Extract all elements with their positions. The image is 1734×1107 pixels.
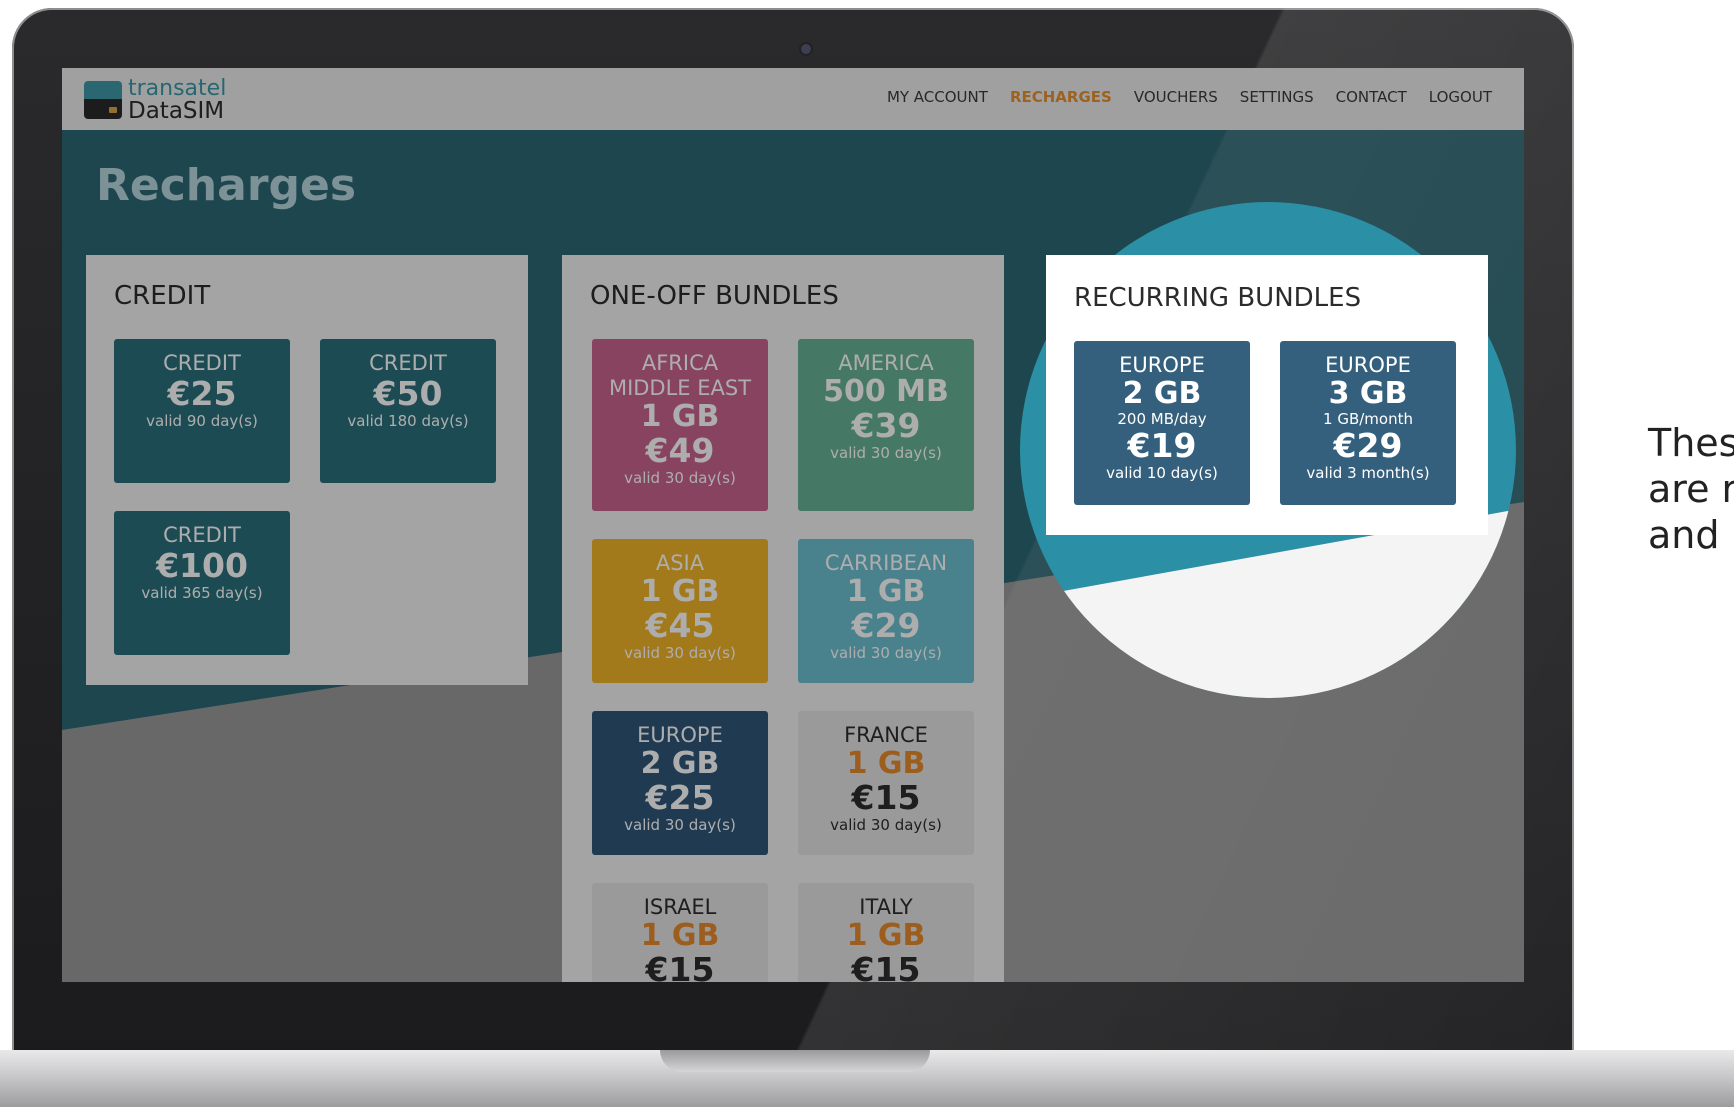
tile-size: 1 GB: [640, 574, 720, 609]
recurring-panel: RECURRING BUNDLES EUROPE 2 GB 200 MB/day…: [1046, 255, 1488, 535]
nav-contact[interactable]: CONTACT: [1336, 88, 1407, 106]
tile-size: 2 GB: [640, 746, 720, 781]
bundle-tile[interactable]: ITALY 1 GB €15: [798, 883, 974, 982]
logo-brand: transatel: [128, 76, 227, 101]
tile-price: €100: [156, 546, 248, 585]
bundle-tile[interactable]: ASIA 1 GB €45 valid 30 day(s): [592, 539, 768, 683]
tile-size: 1 GB: [846, 918, 926, 953]
tile-name: ITALY: [859, 895, 913, 919]
nav-vouchers[interactable]: VOUCHERS: [1134, 88, 1218, 106]
tile-name: CARRIBEAN: [824, 551, 948, 575]
tile-name: AFRICA MIDDLE EAST: [608, 351, 752, 400]
camera-icon: [801, 44, 811, 54]
tile-name: ASIA: [655, 551, 705, 575]
recurring-tile[interactable]: EUROPE 3 GB 1 GB/month €29 valid 3 month…: [1280, 341, 1456, 505]
tile-validity: valid 365 day(s): [141, 584, 263, 602]
nav-recharges[interactable]: RECHARGES: [1010, 88, 1112, 106]
tile-price: €50: [373, 374, 443, 413]
main-nav: MY ACCOUNT RECHARGES VOUCHERS SETTINGS C…: [887, 88, 1492, 106]
logo-product: DataSIM: [128, 98, 225, 124]
tile-validity: valid 30 day(s): [830, 444, 942, 462]
tile-price: €25: [645, 778, 715, 817]
tile-price: €39: [851, 406, 921, 445]
tile-size: 500 MB: [823, 374, 949, 409]
tile-name: CREDIT: [163, 351, 241, 375]
page-title: Recharges: [96, 160, 357, 211]
bundle-tile[interactable]: FRANCE 1 GB €15 valid 30 day(s): [798, 711, 974, 855]
tile-price: €15: [645, 950, 715, 983]
nav-my-account[interactable]: MY ACCOUNT: [887, 88, 988, 106]
panel-title: CREDIT: [114, 281, 211, 311]
screen: transatel DataSIM MY ACCOUNT RECHARGES V…: [62, 68, 1524, 982]
credit-tile[interactable]: CREDIT €50 valid 180 day(s): [320, 339, 496, 483]
tile-price: €15: [851, 950, 921, 983]
tile-price: €45: [645, 606, 715, 645]
tile-validity: valid 30 day(s): [830, 816, 942, 834]
tile-size: 1 GB: [640, 399, 720, 434]
tile-name: EUROPE: [637, 723, 723, 747]
credit-tile[interactable]: CREDIT €100 valid 365 day(s): [114, 511, 290, 655]
tile-validity: valid 180 day(s): [347, 412, 469, 430]
tile-validity: valid 3 month(s): [1306, 464, 1430, 482]
laptop-notch: [660, 1050, 930, 1072]
tile-validity: valid 30 day(s): [830, 644, 942, 662]
bundle-tile[interactable]: EUROPE 2 GB €25 valid 30 day(s): [592, 711, 768, 855]
tile-price: €15: [851, 778, 921, 817]
tile-price: €19: [1127, 426, 1197, 465]
top-navbar: transatel DataSIM MY ACCOUNT RECHARGES V…: [62, 68, 1524, 130]
sim-card-icon: [84, 81, 122, 119]
tile-name: ISRAEL: [643, 895, 717, 919]
oneoff-panel: ONE-OFF BUNDLES AFRICA MIDDLE EAST 1 GB …: [562, 255, 1004, 982]
nav-logout[interactable]: LOGOUT: [1429, 88, 1492, 106]
tile-validity: valid 30 day(s): [624, 816, 736, 834]
bundle-tile[interactable]: CARRIBEAN 1 GB €29 valid 30 day(s): [798, 539, 974, 683]
tile-name: CREDIT: [369, 351, 447, 375]
tile-name: FRANCE: [844, 723, 928, 747]
side-caption: These are re and p: [1648, 421, 1734, 557]
tile-validity: valid 10 day(s): [1106, 464, 1218, 482]
credit-panel: CREDIT CREDIT €25 valid 90 day(s) CREDIT…: [86, 255, 528, 685]
credit-tile[interactable]: CREDIT €25 valid 90 day(s): [114, 339, 290, 483]
tile-size: 1 GB: [640, 918, 720, 953]
nav-settings[interactable]: SETTINGS: [1240, 88, 1314, 106]
recurring-tile[interactable]: EUROPE 2 GB 200 MB/day €19 valid 10 day(…: [1074, 341, 1250, 505]
tile-price: €49: [645, 431, 715, 470]
bundle-tile[interactable]: AFRICA MIDDLE EAST 1 GB €49 valid 30 day…: [592, 339, 768, 511]
tile-size: 3 GB: [1328, 376, 1408, 411]
tile-price: €25: [167, 374, 237, 413]
panel-title: ONE-OFF BUNDLES: [590, 281, 839, 311]
tile-size: 1 GB: [846, 746, 926, 781]
bundle-tile[interactable]: AMERICA 500 MB €39 valid 30 day(s): [798, 339, 974, 511]
tile-validity: valid 90 day(s): [146, 412, 258, 430]
tile-name: CREDIT: [163, 523, 241, 547]
tile-size: 1 GB: [846, 574, 926, 609]
tile-validity: valid 30 day(s): [624, 469, 736, 487]
panel-title: RECURRING BUNDLES: [1074, 283, 1362, 313]
tile-name: AMERICA: [838, 351, 934, 375]
tile-price: €29: [851, 606, 921, 645]
tile-name: EUROPE: [1119, 353, 1205, 377]
tile-size: 2 GB: [1122, 376, 1202, 411]
bundle-tile[interactable]: ISRAEL 1 GB €15: [592, 883, 768, 982]
tile-price: €29: [1333, 426, 1403, 465]
tile-name: EUROPE: [1325, 353, 1411, 377]
tile-validity: valid 30 day(s): [624, 644, 736, 662]
logo[interactable]: transatel DataSIM: [84, 76, 227, 124]
